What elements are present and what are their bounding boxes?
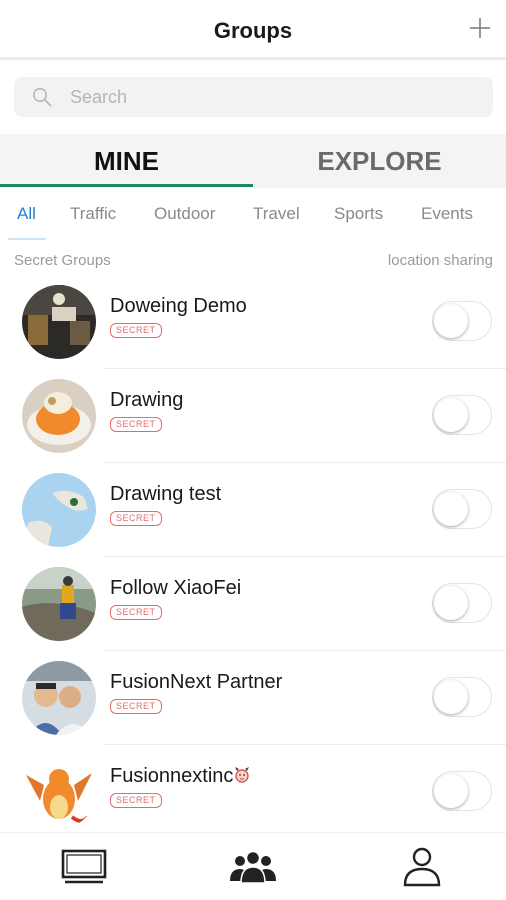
group-avatar — [22, 473, 96, 547]
search-input[interactable] — [70, 77, 470, 117]
group-name: FusionNext Partner — [110, 671, 283, 693]
app-header: Groups — [0, 0, 506, 60]
emoji-icon — [235, 767, 250, 783]
groups-icon[interactable] — [228, 847, 278, 887]
group-avatar — [22, 661, 96, 735]
location-sharing-toggle[interactable] — [432, 583, 492, 623]
group-name: Fusionnextinc — [110, 765, 250, 788]
filter-traffic[interactable]: Traffic — [70, 204, 116, 224]
tab-mine[interactable]: MINE — [0, 134, 253, 188]
secret-badge: SECRET — [110, 699, 162, 714]
group-row[interactable]: FusionNext Partner SECRET — [0, 651, 506, 745]
group-name: Doweing Demo — [110, 295, 247, 317]
secret-badge: SECRET — [110, 323, 162, 338]
toggle-knob — [434, 304, 468, 338]
location-sharing-toggle[interactable] — [432, 771, 492, 811]
tab-mine-indicator — [0, 184, 253, 187]
filter-travel[interactable]: Travel — [253, 204, 300, 224]
group-name: Follow XiaoFei — [110, 577, 242, 599]
search-bar[interactable] — [14, 77, 493, 117]
tab-explore[interactable]: EXPLORE — [253, 134, 506, 188]
group-row[interactable]: Fusionnextinc SECRET — [0, 745, 506, 839]
monitor-icon[interactable] — [59, 847, 109, 887]
toggle-knob — [434, 492, 468, 526]
filter-events[interactable]: Events — [421, 204, 473, 224]
toggle-knob — [434, 680, 468, 714]
toggle-knob — [434, 586, 468, 620]
secret-badge: SECRET — [110, 793, 162, 808]
group-avatar — [22, 755, 96, 829]
segment-tabs: MINE EXPLORE — [0, 134, 506, 188]
group-avatar — [22, 285, 96, 359]
category-filters: All Traffic Outdoor Travel Sports Events — [0, 192, 506, 240]
plus-icon[interactable] — [468, 16, 492, 40]
group-name: Drawing — [110, 389, 184, 411]
location-sharing-toggle[interactable] — [432, 489, 492, 529]
group-name-text: Fusionnextinc — [110, 765, 234, 787]
profile-icon[interactable] — [397, 847, 447, 887]
group-avatar — [22, 567, 96, 641]
secret-badge: SECRET — [110, 605, 162, 620]
location-sharing-toggle[interactable] — [432, 301, 492, 341]
secret-badge: SECRET — [110, 511, 162, 526]
filter-all[interactable]: All — [17, 204, 36, 224]
location-sharing-toggle[interactable] — [432, 395, 492, 435]
section-title: Secret Groups — [14, 252, 111, 269]
location-sharing-toggle[interactable] — [432, 677, 492, 717]
group-name: Drawing test — [110, 483, 222, 505]
group-row[interactable]: Doweing Demo SECRET — [0, 275, 506, 369]
location-sharing-label: location sharing — [387, 252, 493, 269]
page-title: Groups — [213, 18, 293, 43]
toggle-knob — [434, 774, 468, 808]
filter-outdoor[interactable]: Outdoor — [154, 204, 215, 224]
group-row[interactable]: Drawing test SECRET — [0, 463, 506, 557]
filter-sports[interactable]: Sports — [334, 204, 383, 224]
group-row[interactable]: Drawing SECRET — [0, 369, 506, 463]
group-row[interactable]: Follow XiaoFei SECRET — [0, 557, 506, 651]
toggle-knob — [434, 398, 468, 432]
filter-all-indicator — [8, 238, 46, 240]
group-avatar — [22, 379, 96, 453]
secret-badge: SECRET — [110, 417, 162, 432]
bottom-tab-bar — [0, 832, 506, 900]
search-icon — [33, 88, 52, 107]
